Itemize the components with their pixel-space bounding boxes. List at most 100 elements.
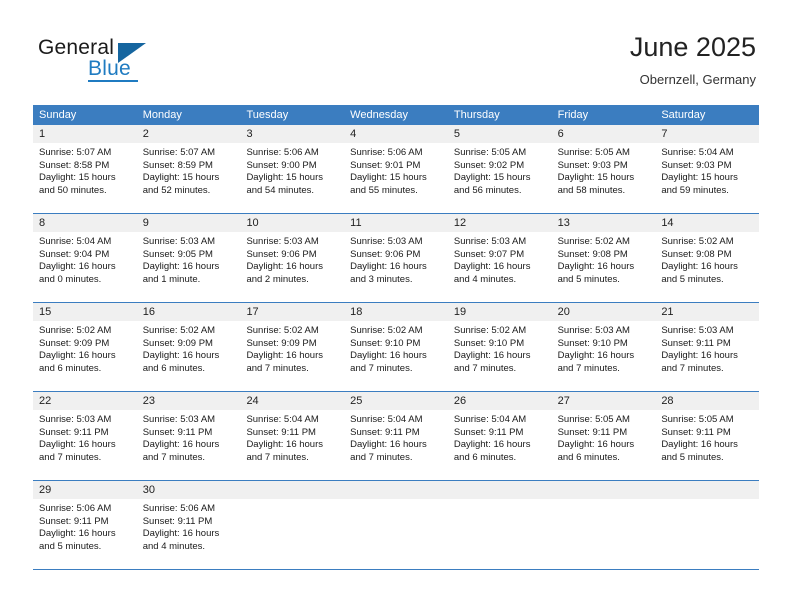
day-cell-11[interactable]: 11 Sunrise: 5:03 AM Sunset: 9:06 PM Dayligh… [344, 214, 448, 302]
daylight-duration-line2: and 52 minutes. [142, 184, 211, 196]
day-cell-12[interactable]: 12 Sunrise: 5:03 AM Sunset: 9:07 PM Dayligh… [447, 214, 552, 302]
sunrise-time: Sunrise: 5:04 AM [453, 414, 527, 425]
day-cell-16[interactable]: 16 Sunrise: 5:02 AM Sunset: 9:09 PM Dayligh… [136, 303, 241, 391]
daylight-duration-line2: and 5 minutes. [39, 540, 102, 552]
sunset-time: Sunset: 9:00 PM [246, 159, 317, 171]
sunrise-time: Sunrise: 5:02 AM [453, 325, 527, 336]
day-sun-info: Sunrise: 5:04 AM Sunset: 9:11 PM Daylight:… [240, 410, 344, 464]
daylight-duration-line2: and 7 minutes. [661, 362, 724, 374]
sunset-time: Sunset: 9:03 PM [661, 159, 732, 171]
page-header: General Blue June 2025 Obernzell, German… [0, 0, 792, 100]
sunset-time: Sunset: 9:02 PM [453, 159, 525, 171]
daylight-duration-line1: Daylight: 16 hours [453, 261, 531, 273]
day-cell-9[interactable]: 9 Sunrise: 5:03 AM Sunset: 9:05 PM Daylight… [136, 214, 241, 302]
day-sun-info: Sunrise: 5:03 AM Sunset: 9:10 PM Daylight:… [552, 321, 656, 375]
sunset-time: Sunset: 9:11 PM [661, 337, 731, 349]
sunrise-time: Sunrise: 5:04 AM [661, 147, 734, 158]
sunrise-time: Sunrise: 5:04 AM [350, 414, 423, 425]
day-cell-19[interactable]: 19 Sunrise: 5:02 AM Sunset: 9:10 PM Dayligh… [447, 303, 552, 391]
day-cell-6[interactable]: 6 Sunrise: 5:05 AM Sunset: 9:03 PM Daylight… [551, 125, 656, 213]
day-cell-empty [655, 481, 760, 569]
day-cell-3[interactable]: 3 Sunrise: 5:06 AM Sunset: 9:00 PM Daylight… [240, 125, 345, 213]
day-sun-info: Sunrise: 5:02 AM Sunset: 9:10 PM Daylight:… [448, 321, 552, 375]
daylight-duration-line1: Daylight: 16 hours [246, 439, 324, 451]
daylight-duration-line1: Daylight: 16 hours [39, 528, 116, 540]
day-number: 3 [240, 125, 345, 143]
day-cell-1[interactable]: 1 Sunrise: 5:07 AM Sunset: 8:58 PM Daylight… [33, 125, 137, 213]
sunset-time: Sunset: 9:08 PM [661, 248, 732, 260]
day-number: 4 [344, 125, 448, 143]
general-blue-logo[interactable]: General Blue [38, 36, 218, 92]
daylight-duration-line2: and 5 minutes. [661, 451, 724, 463]
sunset-time: Sunset: 9:09 PM [246, 337, 317, 349]
day-sun-info: Sunrise: 5:06 AM Sunset: 9:00 PM Daylight:… [240, 143, 344, 197]
day-sun-info: Sunrise: 5:04 AM Sunset: 9:03 PM Daylight:… [655, 143, 759, 197]
sunrise-time: Sunrise: 5:05 AM [557, 414, 630, 425]
daylight-duration-line1: Daylight: 16 hours [246, 261, 324, 273]
daylight-duration-line1: Daylight: 16 hours [142, 528, 220, 540]
day-cell-15[interactable]: 15 Sunrise: 5:02 AM Sunset: 9:09 PM Dayligh… [33, 303, 137, 391]
day-cell-7[interactable]: 7 Sunrise: 5:04 AM Sunset: 9:03 PM Daylight… [655, 125, 760, 213]
daylight-duration-line2: and 6 minutes. [142, 362, 206, 374]
day-cell-10[interactable]: 10 Sunrise: 5:03 AM Sunset: 9:06 PM Dayligh… [240, 214, 345, 302]
day-cell-4[interactable]: 4 Sunrise: 5:06 AM Sunset: 9:01 PM Daylight… [344, 125, 448, 213]
day-cell-2[interactable]: 2 Sunrise: 5:07 AM Sunset: 8:59 PM Daylight… [136, 125, 241, 213]
daylight-duration-line1: Daylight: 16 hours [557, 261, 635, 273]
day-number: 17 [240, 303, 345, 321]
day-sun-info: Sunrise: 5:05 AM Sunset: 9:03 PM Daylight:… [552, 143, 656, 197]
sunset-time: Sunset: 9:11 PM [350, 426, 420, 438]
page-subtitle: Obernzell, Germany [639, 72, 756, 87]
sunrise-time: Sunrise: 5:05 AM [661, 414, 734, 425]
sunset-time: Sunset: 9:11 PM [661, 426, 731, 438]
sunrise-time: Sunrise: 5:03 AM [142, 414, 216, 425]
daylight-duration-line1: Daylight: 16 hours [39, 439, 116, 451]
day-cell-18[interactable]: 18 Sunrise: 5:02 AM Sunset: 9:10 PM Dayligh… [344, 303, 448, 391]
day-sun-info: Sunrise: 5:06 AM Sunset: 9:11 PM Daylight:… [137, 499, 241, 553]
day-cell-13[interactable]: 13 Sunrise: 5:02 AM Sunset: 9:08 PM Dayligh… [551, 214, 656, 302]
sunset-time: Sunset: 9:11 PM [39, 426, 109, 438]
day-sun-info: Sunrise: 5:04 AM Sunset: 9:11 PM Daylight:… [448, 410, 552, 464]
day-cell-25[interactable]: 25 Sunrise: 5:04 AM Sunset: 9:11 PM Dayligh… [344, 392, 448, 480]
day-number: 27 [551, 392, 656, 410]
day-cell-24[interactable]: 24 Sunrise: 5:04 AM Sunset: 9:11 PM Dayligh… [240, 392, 345, 480]
day-cell-22[interactable]: 22 Sunrise: 5:03 AM Sunset: 9:11 PM Dayligh… [33, 392, 137, 480]
day-number: 10 [240, 214, 345, 232]
day-cell-28[interactable]: 28 Sunrise: 5:05 AM Sunset: 9:11 PM Dayligh… [655, 392, 760, 480]
calendar-week-row: 8 Sunrise: 5:04 AM Sunset: 9:04 PM Daylight… [33, 214, 760, 303]
daylight-duration-line2: and 7 minutes. [39, 451, 102, 463]
weekday-header-wednesday: Wednesday [350, 109, 409, 121]
daylight-duration-line1: Daylight: 16 hours [142, 439, 220, 451]
daylight-duration-line2: and 7 minutes. [246, 362, 309, 374]
daylight-duration-line1: Daylight: 16 hours [557, 350, 635, 362]
logo-text-blue: Blue [88, 57, 131, 80]
sunrise-time: Sunrise: 5:02 AM [661, 236, 734, 247]
sunset-time: Sunset: 9:08 PM [557, 248, 628, 260]
sunset-time: Sunset: 9:11 PM [557, 426, 628, 438]
day-cell-27[interactable]: 27 Sunrise: 5:05 AM Sunset: 9:11 PM Dayligh… [551, 392, 656, 480]
day-cell-29[interactable]: 29 Sunrise: 5:06 AM Sunset: 9:11 PM Dayligh… [33, 481, 137, 569]
daylight-duration-line2: and 2 minutes. [246, 273, 309, 285]
sunset-time: Sunset: 9:10 PM [350, 337, 421, 349]
day-cell-14[interactable]: 14 Sunrise: 5:02 AM Sunset: 9:08 PM Dayligh… [655, 214, 760, 302]
day-number: 28 [655, 392, 760, 410]
day-number: 29 [33, 481, 137, 499]
daylight-duration-line2: and 7 minutes. [453, 362, 517, 374]
day-cell-30[interactable]: 30 Sunrise: 5:06 AM Sunset: 9:11 PM Dayligh… [136, 481, 241, 569]
sunset-time: Sunset: 9:07 PM [453, 248, 525, 260]
sunset-time: Sunset: 9:11 PM [246, 426, 316, 438]
calendar-grid: Sunday Monday Tuesday Wednesday Thursday Frid… [33, 105, 760, 570]
day-cell-17[interactable]: 17 Sunrise: 5:02 AM Sunset: 9:09 PM Dayligh… [240, 303, 345, 391]
day-cell-5[interactable]: 5 Sunrise: 5:05 AM Sunset: 9:02 PM Daylight… [447, 125, 552, 213]
day-cell-20[interactable]: 20 Sunrise: 5:03 AM Sunset: 9:10 PM Dayligh… [551, 303, 656, 391]
calendar-week-row: 29 Sunrise: 5:06 AM Sunset: 9:11 PM Dayligh… [33, 481, 760, 570]
day-number: 30 [136, 481, 241, 499]
day-cell-8[interactable]: 8 Sunrise: 5:04 AM Sunset: 9:04 PM Daylight… [33, 214, 137, 302]
day-sun-info: Sunrise: 5:02 AM Sunset: 9:08 PM Daylight:… [552, 232, 656, 286]
day-cell-21[interactable]: 21 Sunrise: 5:03 AM Sunset: 9:11 PM Dayligh… [655, 303, 760, 391]
day-number: 9 [136, 214, 241, 232]
day-number [655, 481, 760, 499]
day-cell-26[interactable]: 26 Sunrise: 5:04 AM Sunset: 9:11 PM Dayligh… [447, 392, 552, 480]
day-number: 11 [344, 214, 448, 232]
day-cell-23[interactable]: 23 Sunrise: 5:03 AM Sunset: 9:11 PM Dayligh… [136, 392, 241, 480]
weekday-header-monday: Monday [142, 109, 182, 121]
